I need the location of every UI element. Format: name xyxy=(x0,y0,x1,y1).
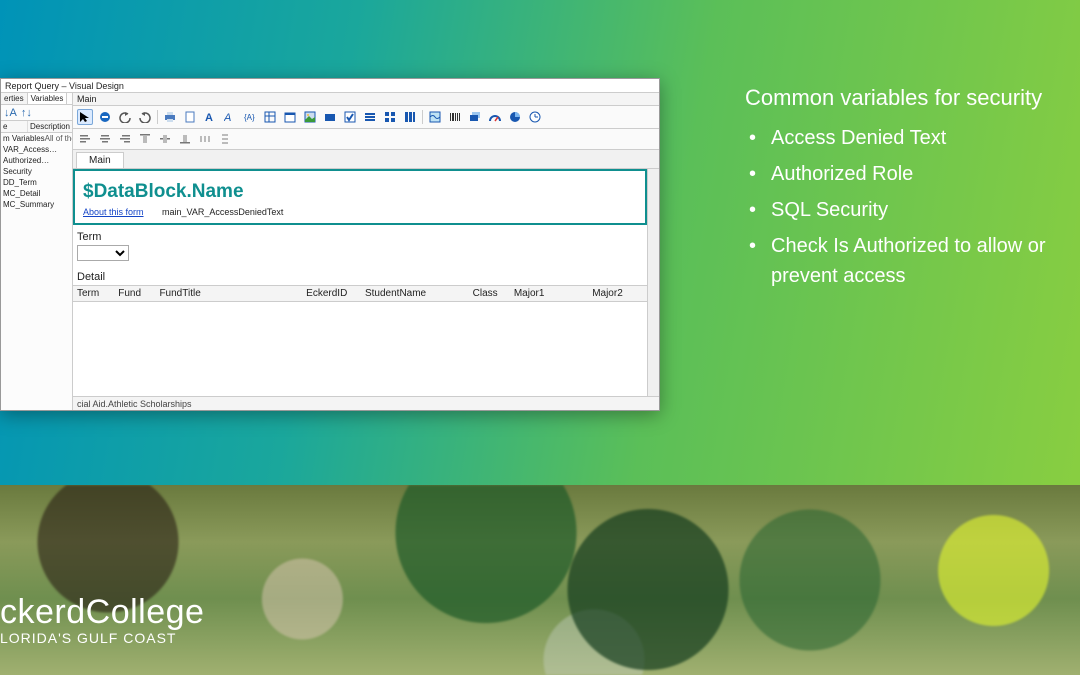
grid-icon[interactable] xyxy=(382,109,398,125)
tree-item[interactable]: VAR_Access… xyxy=(1,144,72,155)
tree-root-name: m Variables xyxy=(3,133,45,144)
bullet-item: Check Is Authorized to allow or prevent … xyxy=(745,231,1080,291)
sidebar-columns-header: e Description xyxy=(1,121,72,133)
detail-grid: Term Fund FundTitle EckerdID StudentName… xyxy=(73,285,647,302)
format-code-icon[interactable]: {A} xyxy=(242,109,258,125)
col-class: Class xyxy=(469,286,510,301)
pointer-tool-icon[interactable] xyxy=(77,109,93,125)
sort-asc-icon[interactable]: ↓A xyxy=(4,107,17,119)
stop-icon[interactable] xyxy=(97,109,113,125)
shape-icon[interactable] xyxy=(322,109,338,125)
columns-icon[interactable] xyxy=(402,109,418,125)
slide-heading: Common variables for security xyxy=(745,85,1080,111)
document-tabs: Main xyxy=(73,150,659,169)
col-fund: Fund xyxy=(114,286,155,301)
detail-header-row: Term Fund FundTitle EckerdID StudentName… xyxy=(73,286,647,302)
table-icon[interactable] xyxy=(262,109,278,125)
toolbar-secondary xyxy=(73,129,659,150)
list-icon[interactable] xyxy=(362,109,378,125)
slide-text-block: Common variables for security Access Den… xyxy=(745,85,1080,297)
logo-sub-text: LORIDA'S GULF COAST xyxy=(0,631,204,645)
checkbox-icon[interactable] xyxy=(342,109,358,125)
col-fundtitle: FundTitle xyxy=(155,286,302,301)
col-major2: Major2 xyxy=(588,286,647,301)
toolbar-primary: A A {A} xyxy=(73,106,659,129)
detail-section-label: Detail xyxy=(73,265,647,285)
tree-root-desc: All of the a xyxy=(45,133,72,144)
slide-bullet-list: Access Denied Text Authorized Role SQL S… xyxy=(745,123,1080,291)
gauge-icon[interactable] xyxy=(487,109,503,125)
access-denied-var-label: main_VAR_AccessDeniedText xyxy=(162,207,283,217)
col-term: Term xyxy=(73,286,114,301)
design-canvas[interactable]: $DataBlock.Name About this form main_VAR… xyxy=(73,169,647,396)
datablock-name-heading: $DataBlock.Name xyxy=(83,181,637,203)
page-icon[interactable] xyxy=(182,109,198,125)
dist-v-icon[interactable] xyxy=(217,131,233,147)
align-left-icon[interactable] xyxy=(77,131,93,147)
toolbar-separator xyxy=(157,110,158,124)
sidebar-tree: m Variables All of the a VAR_Access… Aut… xyxy=(1,133,72,410)
align-bottom-icon[interactable] xyxy=(177,131,193,147)
align-middle-icon[interactable] xyxy=(157,131,173,147)
main-pane-label: Main xyxy=(73,93,659,106)
image-icon[interactable] xyxy=(302,109,318,125)
variables-sidebar: erties Variables ↓A ↑↓ e Description m V… xyxy=(1,93,73,410)
chart-pie-icon[interactable] xyxy=(507,109,523,125)
bullet-item: Access Denied Text xyxy=(745,123,1080,153)
logo-main-text: ckerdCollege xyxy=(0,595,204,629)
text-a-icon[interactable]: A xyxy=(202,109,218,125)
tree-item[interactable]: MC_Summary xyxy=(1,199,72,210)
vertical-scrollbar[interactable] xyxy=(647,169,659,396)
col-eckerdid: EckerdID xyxy=(302,286,361,301)
sidebar-sort-bar: ↓A ↑↓ xyxy=(1,105,72,121)
college-logo: ckerdCollege LORIDA'S GULF COAST xyxy=(0,595,204,645)
align-right-icon[interactable] xyxy=(117,131,133,147)
sidebar-tabs: erties Variables xyxy=(1,93,72,105)
sidebar-tab-variables[interactable]: Variables xyxy=(28,93,68,104)
doc-tab-main[interactable]: Main xyxy=(76,152,124,168)
toolbar-separator xyxy=(422,110,423,124)
redo-icon[interactable] xyxy=(137,109,153,125)
window-title: Report Query – Visual Design xyxy=(1,79,659,93)
svg-text:A: A xyxy=(224,112,231,123)
term-section-label: Term xyxy=(73,225,647,245)
barcode-icon[interactable] xyxy=(447,109,463,125)
sidebar-col-desc: Description xyxy=(28,121,72,132)
col-studentname: StudentName xyxy=(361,286,469,301)
undo-icon[interactable] xyxy=(117,109,133,125)
tree-item[interactable]: Authorized… xyxy=(1,155,72,166)
align-center-icon[interactable] xyxy=(97,131,113,147)
sort-desc-icon[interactable]: ↑↓ xyxy=(21,107,32,119)
print-icon[interactable] xyxy=(162,109,178,125)
design-main-pane: Main A A {A} xyxy=(73,93,659,410)
map-icon[interactable] xyxy=(427,109,443,125)
status-bar: cial Aid.Athletic Scholarships xyxy=(73,396,659,410)
text-cursive-icon[interactable]: A xyxy=(222,109,238,125)
dist-h-icon[interactable] xyxy=(197,131,213,147)
tree-root[interactable]: m Variables All of the a xyxy=(1,133,72,144)
sidebar-col-name: e xyxy=(1,121,28,132)
sidebar-tab-properties[interactable]: erties xyxy=(1,93,28,104)
align-top-icon[interactable] xyxy=(137,131,153,147)
bullet-item: Authorized Role xyxy=(745,159,1080,189)
term-dropdown[interactable] xyxy=(77,245,129,261)
svg-text:{A}: {A} xyxy=(244,113,255,122)
tree-item[interactable]: Security xyxy=(1,166,72,177)
col-major1: Major1 xyxy=(510,286,588,301)
report-designer-window: Report Query – Visual Design erties Vari… xyxy=(0,78,660,411)
photo-band: ckerdCollege LORIDA'S GULF COAST xyxy=(0,485,1080,675)
tree-item[interactable]: MC_Detail xyxy=(1,188,72,199)
clock-icon[interactable] xyxy=(527,109,543,125)
about-form-link[interactable]: About this form xyxy=(83,207,144,217)
layers-icon[interactable] xyxy=(467,109,483,125)
title-band: $DataBlock.Name About this form main_VAR… xyxy=(73,169,647,225)
calendar-icon[interactable] xyxy=(282,109,298,125)
svg-text:A: A xyxy=(205,112,213,123)
bullet-item: SQL Security xyxy=(745,195,1080,225)
tree-item[interactable]: DD_Term xyxy=(1,177,72,188)
